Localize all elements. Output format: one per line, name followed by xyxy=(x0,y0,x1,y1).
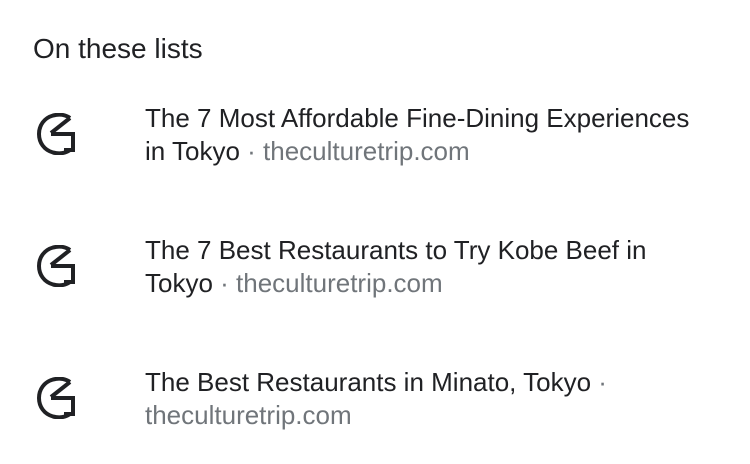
list-item[interactable]: The 7 Best Restaurants to Try Kobe Beef … xyxy=(0,232,750,332)
list-item-text: The 7 Best Restaurants to Try Kobe Beef … xyxy=(145,234,715,300)
list-item-text: The 7 Most Affordable Fine-Dining Experi… xyxy=(145,102,715,168)
list-title[interactable]: The Best Restaurants in Minato, Tokyo xyxy=(145,367,591,397)
list-item-text: The Best Restaurants in Minato, Tokyo · … xyxy=(145,366,715,432)
separator-dot: · xyxy=(591,367,607,397)
section-title: On these lists xyxy=(33,33,203,64)
separator-dot: · xyxy=(212,268,237,298)
list-item[interactable]: The Best Restaurants in Minato, Tokyo · … xyxy=(0,364,750,464)
culture-trip-logo-icon xyxy=(37,113,77,155)
list-source: theculturetrip.com xyxy=(236,268,443,298)
list-source: theculturetrip.com xyxy=(145,400,352,430)
separator-dot: · xyxy=(239,136,264,166)
list-source: theculturetrip.com xyxy=(263,136,470,166)
culture-trip-logo-icon xyxy=(37,377,77,419)
list-item[interactable]: The 7 Most Affordable Fine-Dining Experi… xyxy=(0,100,750,200)
culture-trip-logo-icon xyxy=(37,245,77,287)
